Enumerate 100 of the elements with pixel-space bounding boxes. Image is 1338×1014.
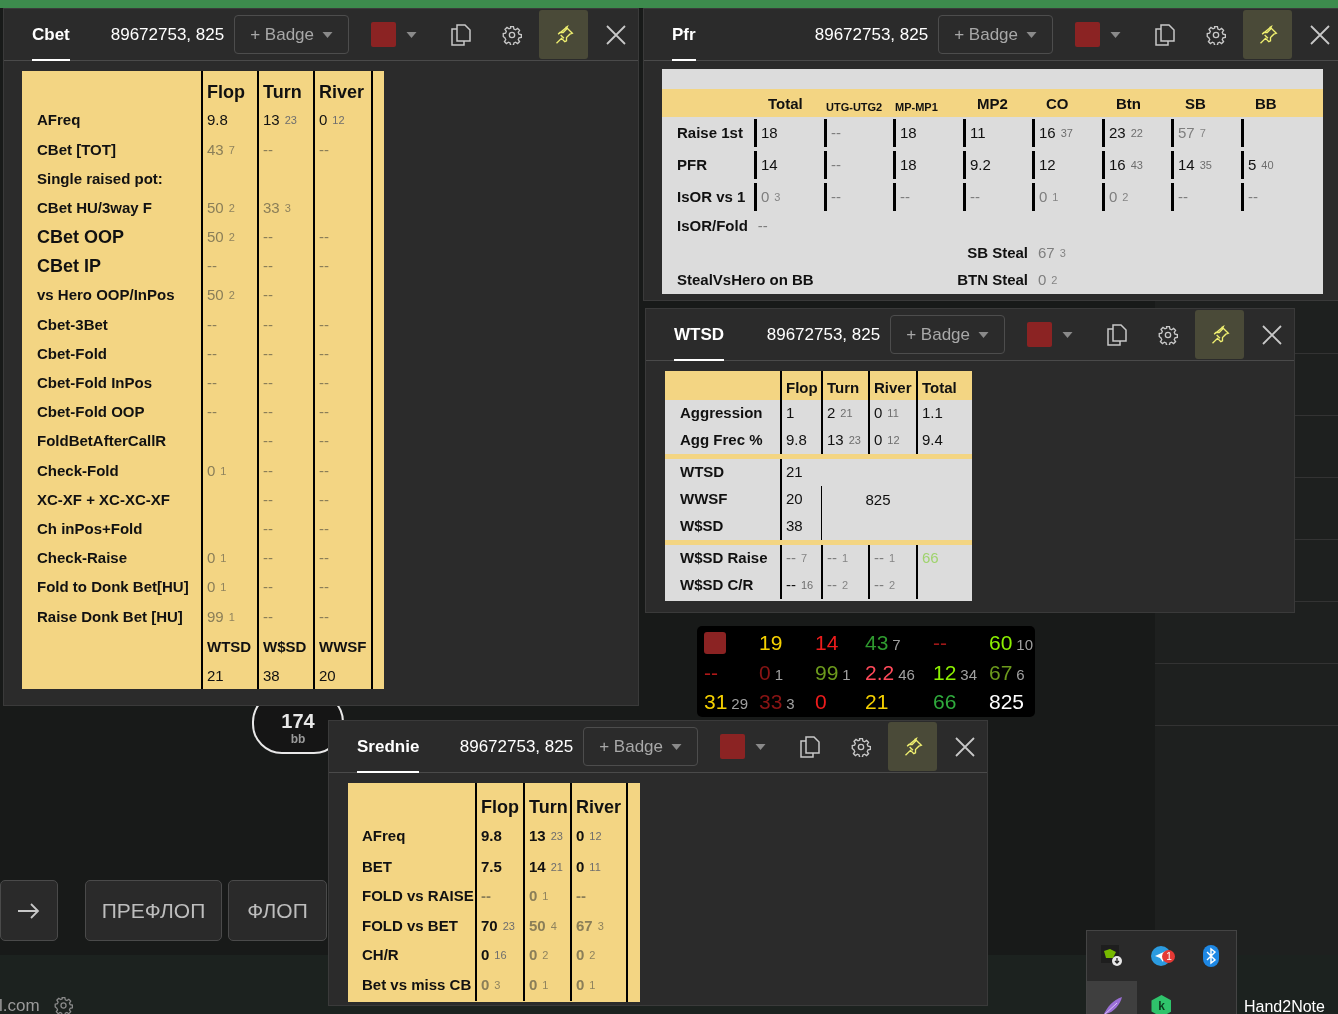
stat-value: 0 xyxy=(1039,186,1048,207)
copy-icon[interactable] xyxy=(1155,23,1175,46)
stat-value: 57 xyxy=(1178,122,1195,143)
close-icon xyxy=(606,24,626,45)
caret-icon[interactable] xyxy=(1110,31,1121,38)
close-button[interactable] xyxy=(604,22,628,47)
stat-value: 9.8 xyxy=(207,110,228,131)
stat-value: 0 xyxy=(529,886,538,907)
stat-value: -- xyxy=(263,373,273,394)
row-label: CH/R xyxy=(362,945,399,966)
sample-count: 1 xyxy=(842,664,851,685)
copy-icon[interactable] xyxy=(800,735,820,758)
settings-icon[interactable] xyxy=(1158,324,1178,345)
sample-count: 22 xyxy=(1130,125,1143,141)
sample-count: 23 xyxy=(848,433,861,449)
caret-icon[interactable] xyxy=(1062,331,1073,338)
badge-button[interactable]: + Badge xyxy=(890,315,1005,354)
sample-count: 2 xyxy=(589,948,596,964)
color-swatch[interactable] xyxy=(1075,22,1100,47)
badge-label: + Badge xyxy=(954,23,1018,46)
popup-tab[interactable]: WTSD xyxy=(674,308,725,361)
stat-value: -- xyxy=(319,431,329,452)
stat-value: -- xyxy=(319,489,329,510)
close-button[interactable] xyxy=(1308,22,1332,47)
bluetooth-icon[interactable] xyxy=(1203,945,1220,967)
hud-stat: 14 xyxy=(815,630,839,656)
settings-icon[interactable] xyxy=(502,24,522,45)
pin-button[interactable] xyxy=(1195,310,1244,359)
pin-button[interactable] xyxy=(539,10,588,59)
sample-count: 7 xyxy=(801,551,808,567)
column-header: Turn xyxy=(263,81,302,104)
sample-count: 2 xyxy=(1051,273,1058,289)
hud-stat: 19 xyxy=(759,630,783,656)
stat-value: 5 xyxy=(1248,154,1257,175)
stat-value: 50 xyxy=(207,227,224,248)
stat-value: -- xyxy=(207,343,217,364)
stat-value: -- xyxy=(874,575,884,596)
nav-button[interactable]: ФЛОП xyxy=(228,880,327,941)
settings-icon[interactable] xyxy=(53,996,73,1014)
pin-icon xyxy=(1257,24,1278,45)
footer-header: WTSD xyxy=(207,636,252,657)
hud-stat: 0 xyxy=(759,659,771,686)
stat-value: 0 xyxy=(1038,270,1047,291)
column-header: Total xyxy=(922,377,957,398)
nav-button[interactable]: ПРЕФЛОП xyxy=(85,880,222,941)
close-button[interactable] xyxy=(953,734,977,759)
stat-value: -- xyxy=(319,460,329,481)
row-label: Single raised pot: xyxy=(37,168,163,189)
sample-count: 3 xyxy=(774,189,781,205)
stat-value: -- xyxy=(319,548,329,569)
sample-count: 3 xyxy=(786,694,795,715)
stat-value: 0 xyxy=(207,577,216,598)
player-id: 89672753, 825 xyxy=(766,323,881,346)
stat-value: 12 xyxy=(1039,154,1056,175)
color-swatch[interactable] xyxy=(1027,322,1052,347)
color-swatch[interactable] xyxy=(720,734,745,759)
row-label: CBet OOP xyxy=(37,225,124,249)
stat-value: 20 xyxy=(319,665,336,686)
copy-icon[interactable] xyxy=(1107,323,1127,346)
copy-icon[interactable] xyxy=(451,23,471,46)
column-header: BB xyxy=(1255,93,1277,114)
sample-count: 1 xyxy=(842,551,849,567)
popup-tab[interactable]: Srednie xyxy=(357,720,420,773)
popup-tab[interactable]: Cbet xyxy=(32,8,70,61)
sample-count: 12 xyxy=(332,113,345,129)
hud-stat: 31 xyxy=(704,689,728,716)
badge-button[interactable]: + Badge xyxy=(938,15,1053,54)
stat-value: -- xyxy=(263,227,273,248)
settings-icon[interactable] xyxy=(851,736,871,757)
close-icon xyxy=(1310,24,1330,45)
sample-count: 1 xyxy=(542,889,549,905)
badge-button[interactable]: + Badge xyxy=(234,15,349,54)
close-button[interactable] xyxy=(1260,322,1284,347)
stat-value: 21 xyxy=(207,665,224,686)
stat-value: -- xyxy=(319,577,329,598)
sample-count: 2 xyxy=(228,288,235,304)
stat-value: 0 xyxy=(1109,186,1118,207)
chip-download-icon[interactable] xyxy=(1100,945,1123,967)
color-swatch[interactable] xyxy=(371,22,396,47)
column-header: Flop xyxy=(786,377,818,398)
stat-value: 38 xyxy=(786,516,803,537)
footer-header: WWSF xyxy=(319,636,367,657)
sample-count: 4 xyxy=(550,918,557,934)
stat-value: 33 xyxy=(263,197,280,218)
pin-button[interactable] xyxy=(888,722,937,771)
hud-stat: 43 xyxy=(865,630,889,656)
caret-icon[interactable] xyxy=(406,31,417,38)
stat-value: -- xyxy=(319,227,329,248)
footer-header: W$SD xyxy=(263,636,307,657)
settings-icon[interactable] xyxy=(1206,24,1226,45)
popup-tab[interactable]: Pfr xyxy=(672,8,696,61)
row-label: WWSF xyxy=(680,489,728,510)
caret-icon[interactable] xyxy=(755,743,766,750)
row-label: WTSD xyxy=(680,462,725,483)
sample-count: 23 xyxy=(284,113,297,129)
badge-button[interactable]: + Badge xyxy=(583,727,698,766)
stat-value: -- xyxy=(874,548,884,569)
nav-button[interactable] xyxy=(0,880,58,941)
pin-button[interactable] xyxy=(1243,10,1292,59)
sample-count: 43 xyxy=(1130,157,1143,173)
